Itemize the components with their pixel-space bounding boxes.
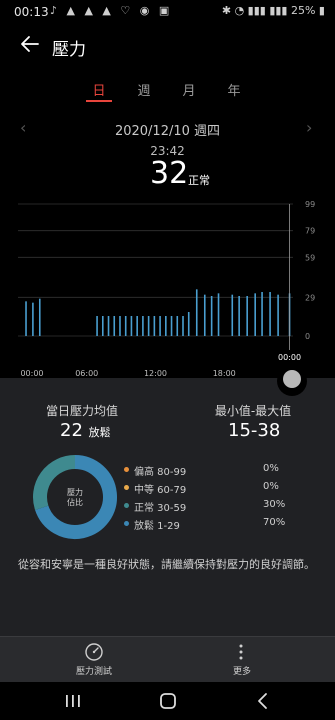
status-icons: ✱ ◔ ▮▮▮ ▮▮▮ 25% ▮ [221, 4, 325, 17]
system-navigation-bar [0, 682, 335, 720]
recent-apps-icon[interactable] [64, 692, 82, 710]
stress-bar [165, 316, 167, 336]
y-tick-label: 0 [305, 332, 310, 341]
tab-month[interactable]: 月 [174, 80, 204, 99]
relaxed-dot-icon [124, 521, 129, 526]
stress-bar [182, 316, 184, 336]
stress-bar [246, 296, 248, 336]
x-tick-label: 18:00 [213, 369, 236, 378]
y-tick-label: 29 [305, 293, 315, 302]
stress-bar [217, 293, 220, 336]
x-tick-label: 12:00 [144, 369, 167, 378]
app-header: 壓力 [0, 26, 335, 66]
tab-year[interactable]: 年 [219, 80, 249, 99]
more-vertical-icon[interactable] [236, 642, 246, 662]
back-arrow-icon[interactable] [18, 32, 42, 56]
stress-bar [130, 316, 133, 336]
bottom-bar-divider [0, 636, 335, 637]
y-tick-label: 59 [305, 253, 315, 262]
legend-label: 中等 60-79 [134, 485, 187, 496]
stress-bar [142, 316, 144, 336]
stress-bar [170, 316, 173, 336]
notification-icons: ♪ ▲ ▲ ▲ ♡ ◉ ▣ [50, 4, 173, 17]
stress-bar [254, 293, 256, 336]
more-button[interactable]: 更多 [233, 664, 251, 677]
battery-level: 25% [290, 4, 316, 17]
stress-bar [32, 302, 34, 336]
stress-bar [25, 301, 27, 336]
stress-distribution-donut: 壓力佔比 [33, 455, 117, 539]
donut-center-label: 壓力 [67, 487, 83, 497]
legend-percent: 0% [263, 481, 279, 492]
min-max-value: 15-38 [228, 420, 281, 441]
stress-bar [176, 316, 179, 336]
time-scrubber-handle[interactable] [283, 370, 301, 388]
y-tick-label: 79 [305, 227, 315, 236]
stress-bar [101, 316, 104, 336]
stress-bar [153, 316, 156, 336]
y-tick-label: 99 [305, 200, 315, 209]
legend-percent: 30% [263, 499, 286, 510]
stress-bar [136, 316, 138, 336]
status-time: 00:13 [14, 5, 49, 19]
tab-week[interactable]: 週 [129, 80, 159, 99]
donut-center-label: 佔比 [67, 497, 83, 507]
daily-average-level: 放鬆 [88, 426, 111, 439]
x-tick-label: 00:00 [20, 369, 43, 378]
next-day-chevron-icon[interactable]: › [306, 118, 312, 137]
advice-text: 從容和安寧是一種良好狀態，請繼續保持對壓力的良好調節。 [18, 558, 315, 571]
stress-test-gauge-icon[interactable] [84, 642, 104, 662]
stress-bar [38, 298, 41, 336]
normal-dot-icon [124, 503, 129, 508]
stress-bar [113, 316, 116, 336]
back-nav-icon[interactable] [254, 692, 272, 710]
status-bar: 00:13 ♪ ▲ ▲ ▲ ♡ ◉ ▣ ✱ ◔ ▮▮▮ ▮▮▮ 25% ▮ [0, 0, 335, 26]
stress-bar [124, 316, 127, 336]
stress-test-button[interactable]: 壓力測試 [76, 664, 112, 677]
stress-bar [203, 294, 206, 336]
stress-bar-chart[interactable]: 99 79 59 29 0 00:00 06:00 12:00 18:00 00:00 [0, 196, 335, 386]
date-navigator: ‹ 2020/12/10 週四 › [0, 118, 335, 139]
stress-bar [277, 294, 279, 336]
legend-label: 偏高 80-99 [134, 467, 187, 478]
daily-average-number: 22 [60, 420, 83, 441]
legend-row: 中等 60-79 0% [122, 480, 332, 498]
stress-bar [238, 296, 240, 336]
legend-row: 放鬆 1-29 70% [122, 516, 332, 534]
stress-legend: 偏高 80-99 0% 中等 60-79 0% 正常 30-59 30% 放鬆 … [122, 462, 332, 534]
stress-bar [159, 316, 161, 336]
daily-average-value: 22 放鬆 [60, 420, 111, 441]
legend-label: 放鬆 1-29 [134, 521, 180, 532]
stress-bar [96, 316, 98, 336]
x-tick-label: 00:00 [278, 353, 301, 362]
min-max-label: 最小值-最大值 [214, 404, 292, 418]
legend-row: 偏高 80-99 0% [122, 462, 332, 480]
current-date: 2020/12/10 週四 [114, 124, 221, 139]
medium-dot-icon [124, 485, 129, 490]
stress-bar [231, 294, 234, 336]
tab-day[interactable]: 日 [84, 80, 114, 99]
stress-bar [147, 316, 150, 336]
stress-bar [119, 316, 121, 336]
legend-percent: 0% [263, 463, 279, 474]
stress-bar [261, 292, 263, 336]
stress-bar [187, 312, 190, 336]
stress-bar [269, 292, 271, 336]
legend-row: 正常 30-59 30% [122, 498, 332, 516]
selected-stress-level: 正常 [188, 174, 210, 187]
home-icon[interactable] [158, 691, 178, 711]
active-tab-indicator [86, 100, 112, 102]
bottom-action-bar [0, 636, 335, 682]
daily-average-label: 當日壓力均值 [45, 404, 118, 418]
legend-percent: 70% [263, 517, 286, 528]
page-title: 壓力 [52, 40, 86, 60]
stress-bar [195, 289, 198, 336]
stress-bar [210, 296, 213, 336]
selected-stress-value: 32 [150, 156, 189, 191]
legend-label: 正常 30-59 [134, 503, 187, 514]
x-tick-label: 06:00 [75, 369, 98, 378]
stress-bar [107, 316, 110, 336]
high-dot-icon [124, 467, 129, 472]
